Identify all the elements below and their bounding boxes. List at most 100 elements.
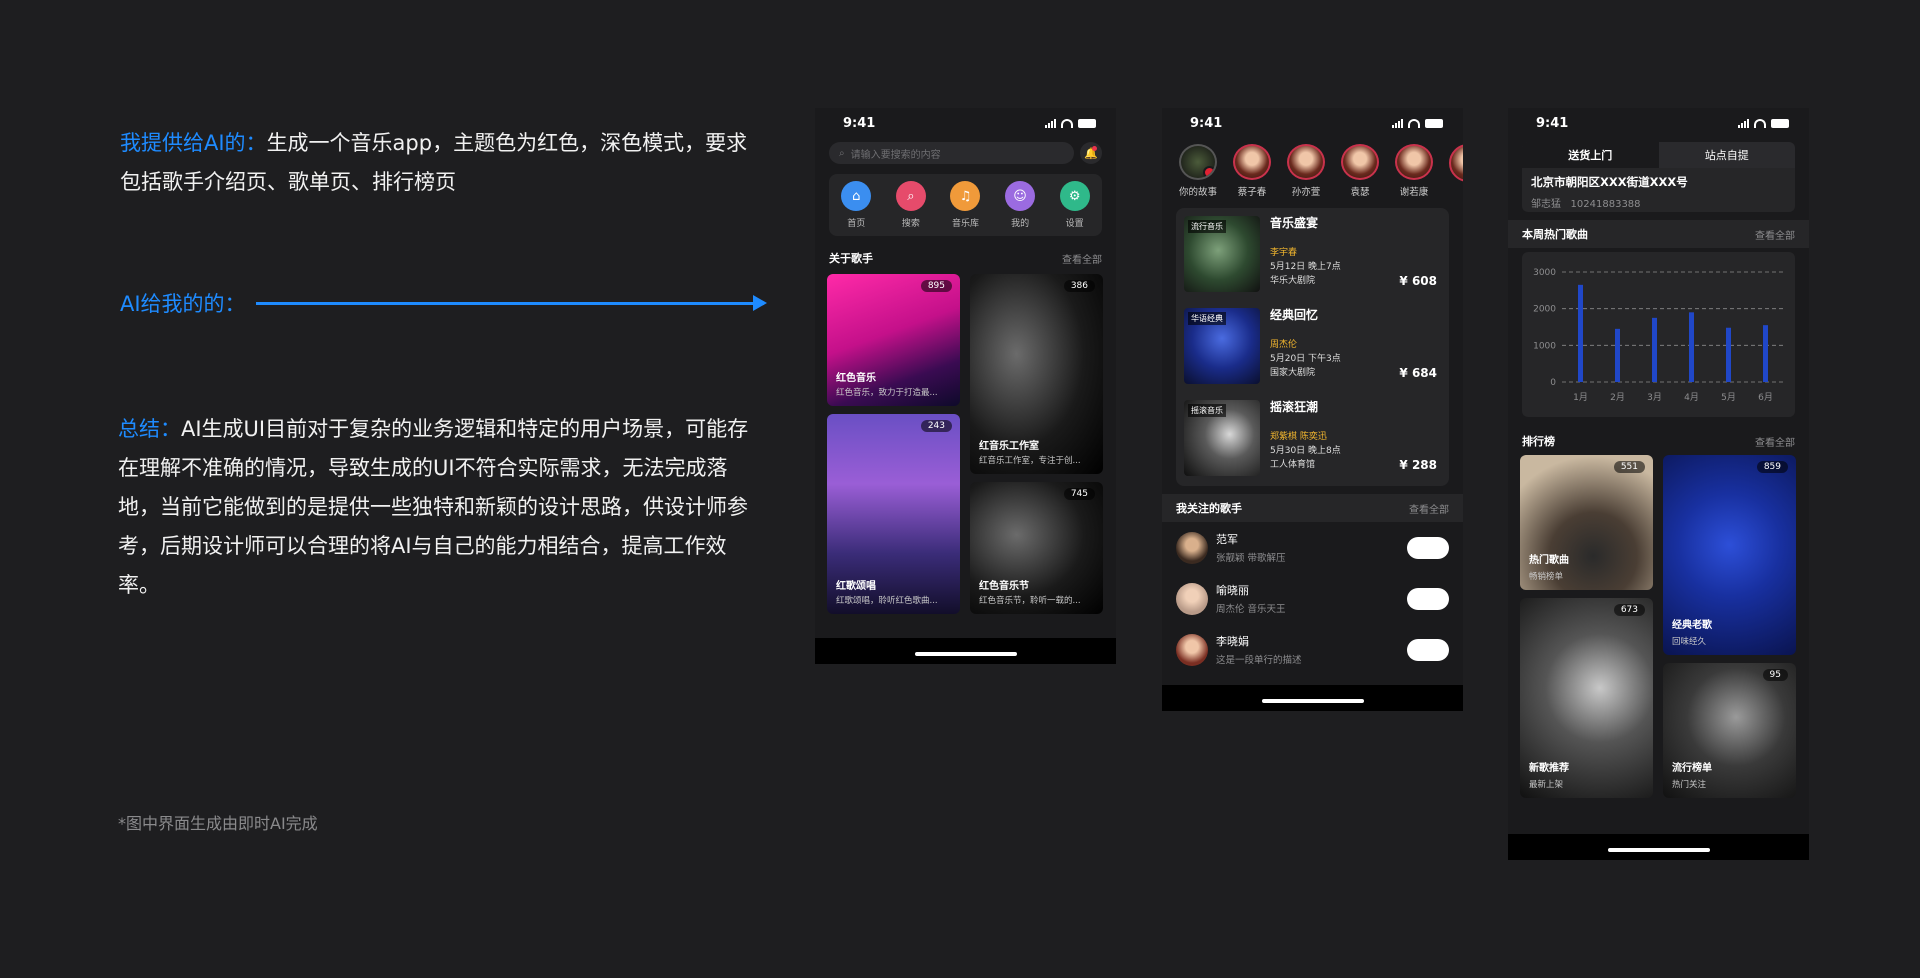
quick-nav: ⌂ 首页 ⌕ 搜索 ♫ 音乐库 ☺ 我的 ⚙ 设置 xyxy=(829,174,1102,236)
section-title: 关于歌手 xyxy=(829,252,873,265)
address-text: 北京市朝阳区XXX街道XXX号 xyxy=(1531,175,1688,189)
card-subtitle: 回味经久 xyxy=(1672,637,1707,647)
card-subtitle: 红音乐工作室，专注于创... xyxy=(979,456,1081,466)
followed-singer-row[interactable]: 李晓娟 这是一段单行的描述 xyxy=(1162,624,1463,675)
count-badge: 859 xyxy=(1756,461,1788,473)
story-item[interactable]: 孙亦萱 xyxy=(1284,144,1328,198)
card-title: 新歌推荐 xyxy=(1529,763,1569,774)
avatar xyxy=(1233,144,1271,180)
phone-concert-screen: 9:41 你的故事 蔡子春 孙亦萱 袁瑟 谢若康 i xyxy=(1162,108,1463,711)
y-tick-label: 0 xyxy=(1550,378,1556,388)
contact-phone: 10241883388 xyxy=(1570,199,1641,210)
delivery-tabs: 送货上门 站点自提 xyxy=(1522,142,1795,168)
section-title: 我关注的歌手 xyxy=(1176,502,1242,515)
wifi-icon xyxy=(1408,118,1420,128)
concert-venue: 工人体育馆 xyxy=(1270,460,1316,470)
card-subtitle: 红歌颂唱，聆听红色歌曲... xyxy=(836,596,938,606)
story-item[interactable]: 袁瑟 xyxy=(1338,144,1382,198)
story-name: 袁瑟 xyxy=(1350,187,1370,198)
story-item[interactable]: 谢若康 xyxy=(1392,144,1436,198)
nav-label: 设置 xyxy=(1065,219,1084,229)
prompt-description: 我提供给AI的：生成一个音乐app，主题色为红色，深色模式，要求包括歌手介绍页、… xyxy=(120,124,752,202)
concert-venue: 华乐大剧院 xyxy=(1270,276,1316,286)
story-strip: 你的故事 蔡子春 孙亦萱 袁瑟 谢若康 i xyxy=(1162,138,1463,198)
followed-singer-row[interactable]: 范军 张靓颖 带歌解压 xyxy=(1162,522,1463,573)
phone-singer-screen: 9:41 ⌕ 请输入要搜索的内容 🔔 ⌂ 首页 ⌕ 搜索 ♫ 音乐库 ☺ 我的 xyxy=(815,108,1116,664)
follow-toggle[interactable] xyxy=(1407,638,1449,661)
bar xyxy=(1726,327,1731,382)
search-icon: ⌕ xyxy=(839,147,845,159)
story-item[interactable]: i xyxy=(1446,144,1463,198)
concert-artist: 周杰伦 xyxy=(1270,340,1298,350)
count-badge: 243 xyxy=(920,420,952,432)
view-all-link[interactable]: 查看全部 xyxy=(1409,501,1449,516)
card-title: 红色音乐节 xyxy=(979,581,1029,592)
followed-singer-row[interactable]: 喻晓丽 周杰伦 音乐天王 xyxy=(1162,573,1463,624)
address-card[interactable]: 北京市朝阳区XXX街道XXX号 邹志猛 10241883388 xyxy=(1522,168,1795,212)
bar xyxy=(1578,284,1583,382)
nav-item-search[interactable]: ⌕ 搜索 xyxy=(895,181,926,229)
nav-item-library[interactable]: ♫ 音乐库 xyxy=(950,181,981,229)
tab-pickup[interactable]: 站点自提 xyxy=(1659,142,1796,168)
singer-card[interactable]: 386 红音乐工作室 红音乐工作室，专注于创... xyxy=(970,274,1103,474)
story-item[interactable]: 蔡子春 xyxy=(1230,144,1274,198)
bar-chart: 0 1000 2000 3000 1月 2月 3月 4月 5月 6月 xyxy=(1533,268,1784,403)
home-indicator xyxy=(815,638,1116,664)
singer-card[interactable]: 745 红色音乐节 红色音乐节，聆听一载的... xyxy=(970,482,1103,614)
concert-artist: 郑紫棋 陈奕迅 xyxy=(1270,432,1327,442)
result-label: AI给我的的： xyxy=(120,292,246,316)
concert-venue: 国家大剧院 xyxy=(1270,368,1316,378)
nav-label: 我的 xyxy=(1011,219,1030,229)
search-input[interactable]: ⌕ 请输入要搜索的内容 xyxy=(829,142,1074,164)
singer-desc: 这是一段单行的描述 xyxy=(1216,655,1302,666)
concert-tag: 流行音乐 xyxy=(1188,220,1226,233)
signal-icon xyxy=(1738,118,1749,128)
result-arrow-row: AI给我的的： xyxy=(120,288,767,318)
rank-card[interactable]: 859 经典老歌 回味经久 xyxy=(1663,455,1796,655)
card-subtitle: 红色音乐节，聆听一载的... xyxy=(979,596,1081,606)
x-tick-label: 2月 xyxy=(1610,392,1625,403)
rank-card[interactable]: 95 流行榜单 热门关注 xyxy=(1663,663,1796,798)
count-badge: 386 xyxy=(1063,280,1095,292)
singer-card[interactable]: 243 红歌颂唱 红歌颂唱，聆听红色歌曲... xyxy=(827,414,960,614)
concert-price: ¥ 608 xyxy=(1399,274,1437,288)
bell-icon[interactable]: 🔔 xyxy=(1080,142,1102,164)
view-all-link[interactable]: 查看全部 xyxy=(1755,227,1795,242)
concert-item[interactable]: 摇滚音乐 摇滚狂潮 郑紫棋 陈奕迅 5月30日 晚上8点 工人体育馆 ¥ 288 xyxy=(1184,400,1441,484)
card-title: 红色音乐 xyxy=(836,373,876,384)
nav-item-settings[interactable]: ⚙ 设置 xyxy=(1059,181,1090,229)
nav-item-profile[interactable]: ☺ 我的 xyxy=(1005,181,1036,229)
signal-icon xyxy=(1045,118,1056,128)
follow-toggle[interactable] xyxy=(1407,536,1449,559)
weekly-chart-card: 0 1000 2000 3000 1月 2月 3月 4月 5月 6月 xyxy=(1522,252,1795,417)
tab-delivery[interactable]: 送货上门 xyxy=(1522,142,1659,168)
search-placeholder: 请输入要搜索的内容 xyxy=(850,149,941,161)
view-all-link[interactable]: 查看全部 xyxy=(1062,251,1102,266)
concert-title: 音乐盛宴 xyxy=(1270,216,1319,230)
status-time: 9:41 xyxy=(1536,115,1569,131)
concert-item[interactable]: 华语经典 经典回忆 周杰伦 5月20日 下午3点 国家大剧院 ¥ 684 xyxy=(1184,308,1441,392)
battery-icon xyxy=(1771,118,1789,128)
singer-section-header: 关于歌手 查看全部 xyxy=(815,244,1116,272)
follow-toggle[interactable] xyxy=(1407,587,1449,610)
singer-card[interactable]: 895 红色音乐 红色音乐，致力于打造最... xyxy=(827,274,960,406)
nav-label: 搜索 xyxy=(901,219,920,229)
story-item[interactable]: 你的故事 xyxy=(1176,144,1220,198)
concert-cover: 摇滚音乐 xyxy=(1184,400,1260,476)
summary-label: 总结： xyxy=(118,417,181,441)
wifi-icon xyxy=(1061,118,1073,128)
rank-card[interactable]: 551 热门歌曲 畅销榜单 xyxy=(1520,455,1653,590)
view-all-link[interactable]: 查看全部 xyxy=(1755,434,1795,449)
battery-icon xyxy=(1425,118,1443,128)
rank-card[interactable]: 673 新歌推荐 最新上架 xyxy=(1520,598,1653,798)
concert-item[interactable]: 流行音乐 音乐盛宴 李宇春 5月12日 晚上7点 华乐大剧院 ¥ 608 xyxy=(1184,216,1441,300)
avatar xyxy=(1179,144,1217,180)
concert-artist: 李宇春 xyxy=(1270,248,1298,258)
nav-item-home[interactable]: ⌂ 首页 xyxy=(841,181,872,229)
prompt-label: 我提供给AI的： xyxy=(120,131,267,155)
bar xyxy=(1615,328,1620,382)
card-subtitle: 红色音乐，致力于打造最... xyxy=(836,388,938,398)
status-bar: 9:41 xyxy=(1162,108,1463,138)
gear-icon: ⚙ xyxy=(1059,181,1090,211)
story-name: 孙亦萱 xyxy=(1291,187,1321,198)
